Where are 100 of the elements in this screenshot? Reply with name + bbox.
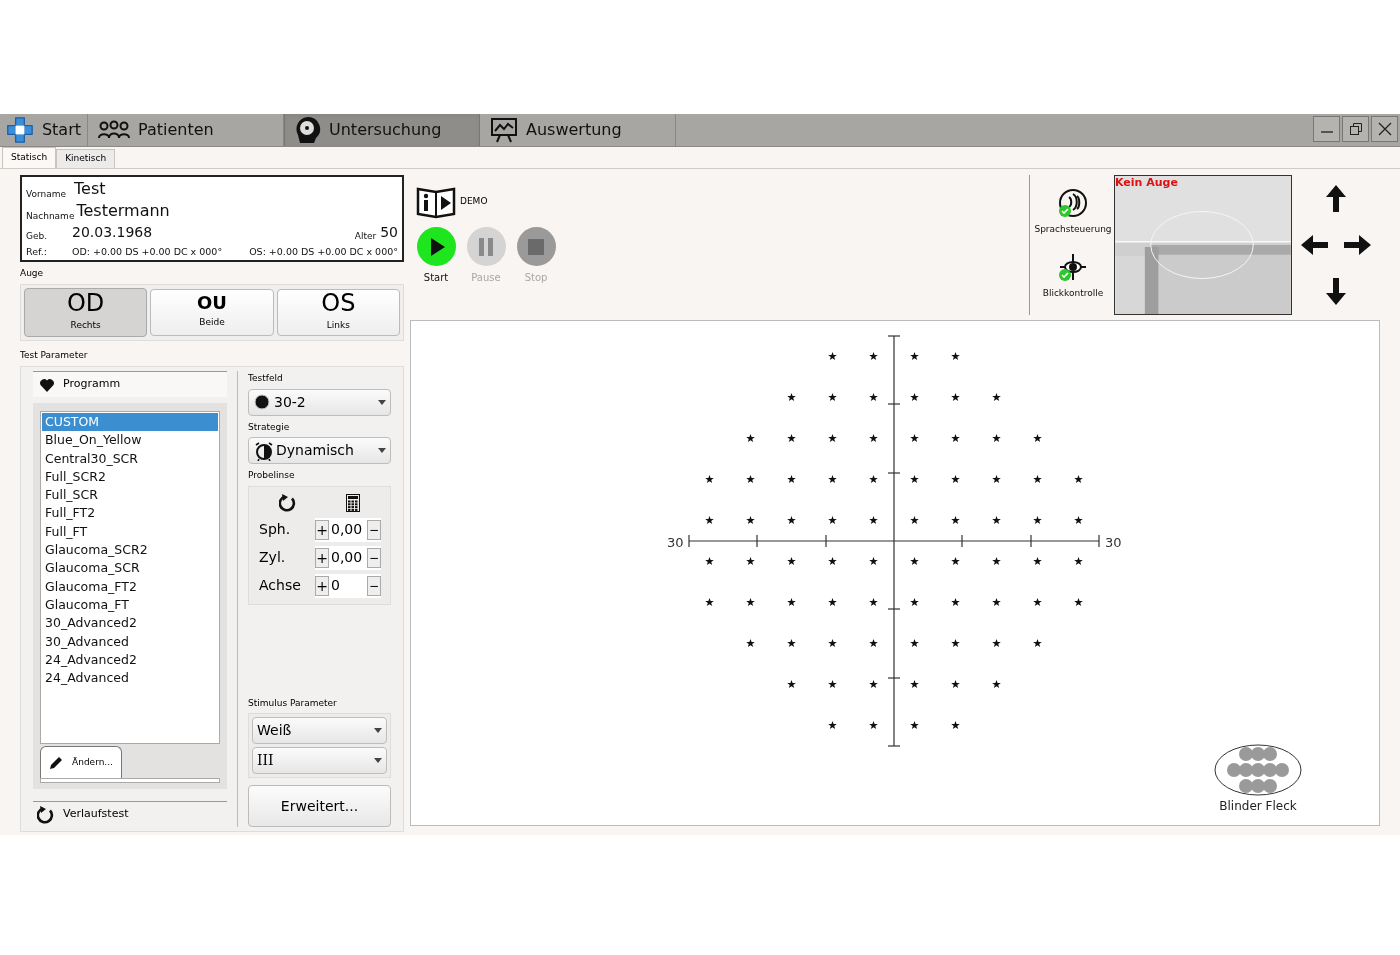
eye-option-button[interactable]: OS Links bbox=[276, 288, 400, 336]
eye-option-button[interactable]: OD Rechts bbox=[24, 287, 148, 337]
blind-spot-icon[interactable] bbox=[1213, 743, 1303, 797]
control-label: Pause bbox=[471, 271, 501, 285]
heart-icon bbox=[39, 377, 55, 392]
blind-spot-label: Blinder Fleck bbox=[1219, 798, 1297, 815]
program-list-item[interactable]: Full_SCR bbox=[42, 486, 218, 505]
minimize-icon bbox=[1320, 131, 1333, 133]
program-list-item[interactable]: Blue_On_Yellow bbox=[42, 431, 218, 450]
birth-date: 20.03.1968 bbox=[72, 223, 153, 242]
program-list-item[interactable]: 30_Advanced2 bbox=[42, 614, 218, 633]
axis-label: 30 bbox=[667, 534, 684, 552]
field-label: Stimulus Parameter bbox=[248, 696, 338, 710]
control-label: Start bbox=[423, 271, 449, 285]
camera-status-text: Kein Auge bbox=[1115, 175, 1178, 191]
section-label: Test Parameter bbox=[20, 348, 89, 362]
field-label: Vorname bbox=[26, 187, 68, 201]
field-label: Alter bbox=[354, 229, 377, 243]
eye-option-button[interactable]: OU Beide bbox=[150, 288, 274, 336]
control-label: Stop bbox=[524, 271, 548, 285]
program-list-item[interactable]: Full_FT2 bbox=[42, 504, 218, 523]
pause-icon bbox=[479, 237, 493, 256]
increment-button[interactable]: + bbox=[315, 547, 329, 568]
program-list-item[interactable]: 24_Advanced bbox=[42, 669, 218, 688]
lens-row-label: Zyl. bbox=[258, 548, 287, 567]
close-icon bbox=[1377, 122, 1392, 136]
edit-tab[interactable]: Ändern... bbox=[40, 746, 122, 778]
demo-label: DEMO bbox=[460, 195, 488, 209]
head-icon bbox=[295, 116, 321, 144]
decrement-button[interactable]: − bbox=[367, 547, 381, 568]
decrement-button[interactable]: − bbox=[367, 575, 381, 596]
lens-value[interactable]: 0 bbox=[329, 575, 367, 596]
lens-value[interactable]: 0,00 bbox=[329, 519, 367, 540]
program-list-item[interactable]: Glaucoma_FT2 bbox=[42, 577, 218, 596]
play-icon bbox=[430, 237, 445, 256]
lens-row-label: Achse bbox=[258, 576, 302, 595]
refresh-icon[interactable] bbox=[279, 493, 298, 512]
section-label: Auge bbox=[20, 267, 45, 280]
refresh-icon bbox=[37, 805, 55, 824]
program-list-item[interactable]: Central30_SCR bbox=[42, 449, 218, 468]
dropdown-caret-icon bbox=[374, 758, 382, 763]
refraction-os: OS: +0.00 DS +0.00 DC x 000° bbox=[249, 244, 398, 259]
program-tab[interactable]: Programm bbox=[33, 371, 227, 397]
dropdown-caret-icon bbox=[378, 399, 386, 405]
history-test-tab[interactable]: Verlaufstest bbox=[33, 801, 227, 827]
sub-tab[interactable]: Statisch bbox=[2, 147, 57, 168]
lens-row-label: Sph. bbox=[258, 520, 292, 539]
minimize-button[interactable] bbox=[1313, 116, 1340, 142]
refraction-od: OD: +0.00 DS +0.00 DC x 000° bbox=[72, 244, 223, 259]
program-list-item[interactable]: Full_FT bbox=[42, 522, 218, 542]
people-icon bbox=[98, 120, 130, 140]
advanced-button[interactable]: Erweitert... bbox=[248, 785, 391, 827]
nav-tab[interactable]: Auswertung bbox=[480, 114, 676, 146]
program-list-item[interactable]: Glaucoma_SCR bbox=[42, 559, 218, 578]
filled-circle-icon bbox=[253, 393, 271, 411]
info-book-icon[interactable] bbox=[416, 185, 456, 219]
presentation-chart-icon bbox=[490, 117, 518, 143]
age-value: 50 bbox=[380, 223, 398, 242]
stop-icon bbox=[528, 238, 544, 255]
restore-button[interactable] bbox=[1342, 116, 1369, 142]
last-name: Testermann bbox=[76, 200, 170, 222]
first-name: Test bbox=[74, 178, 106, 200]
arrow-right-icon[interactable] bbox=[1343, 233, 1373, 257]
eye-crosshair-icon[interactable] bbox=[1057, 253, 1089, 284]
restore-icon bbox=[1348, 122, 1363, 136]
close-button[interactable] bbox=[1371, 116, 1398, 142]
field-label: Geb. bbox=[26, 229, 49, 243]
program-list-item[interactable]: Glaucoma_FT bbox=[42, 595, 218, 615]
test-field-select[interactable]: 30-2 bbox=[248, 388, 391, 416]
dropdown-caret-icon bbox=[374, 728, 382, 733]
field-label: Testfeld bbox=[248, 372, 284, 385]
stimulus-color-select[interactable]: Weiß bbox=[252, 717, 387, 744]
voice-control-icon[interactable] bbox=[1057, 189, 1089, 220]
field-label: Strategie bbox=[248, 420, 291, 434]
stimulus-size-select[interactable]: III bbox=[252, 747, 387, 774]
decrement-button[interactable]: − bbox=[367, 519, 381, 540]
nav-tab[interactable]: Untersuchung bbox=[284, 114, 480, 146]
program-list-item[interactable]: 30_Advanced bbox=[42, 632, 218, 651]
dropdown-caret-icon bbox=[378, 448, 386, 453]
arrow-up-icon[interactable] bbox=[1324, 183, 1348, 214]
field-label: Probelinse bbox=[248, 469, 296, 482]
pencil-icon bbox=[49, 755, 64, 770]
lens-value[interactable]: 0,00 bbox=[329, 547, 367, 568]
play-button[interactable] bbox=[416, 227, 456, 266]
field-label: Nachname bbox=[26, 209, 75, 223]
strategy-select[interactable]: Dynamisch bbox=[248, 437, 391, 464]
calculator-icon[interactable] bbox=[345, 493, 360, 512]
program-list-item[interactable]: Full_SCR2 bbox=[42, 467, 218, 487]
program-list-item[interactable]: Glaucoma_SCR2 bbox=[42, 541, 218, 560]
status-label: Sprachsteuerung bbox=[1034, 223, 1112, 237]
increment-button[interactable]: + bbox=[315, 575, 329, 596]
cross-logo-icon bbox=[6, 114, 34, 146]
arrow-left-icon[interactable] bbox=[1299, 233, 1329, 257]
axis-label: 30 bbox=[1105, 534, 1122, 552]
sub-tab[interactable]: Kinetisch bbox=[56, 149, 116, 168]
increment-button[interactable]: + bbox=[315, 519, 329, 540]
arrow-down-icon[interactable] bbox=[1324, 276, 1348, 307]
program-list-item[interactable]: 24_Advanced2 bbox=[42, 650, 218, 670]
nav-tab[interactable]: Start bbox=[0, 114, 88, 146]
status-label: Blickkontrolle bbox=[1042, 287, 1104, 301]
